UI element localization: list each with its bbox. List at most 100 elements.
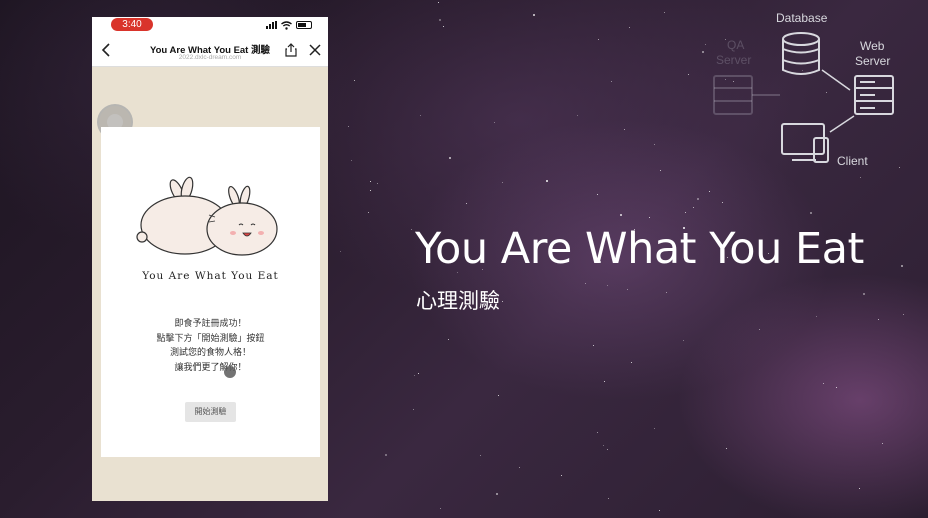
star bbox=[354, 79, 356, 81]
slide-title: You Are What You Eat bbox=[415, 224, 864, 274]
star bbox=[496, 492, 499, 495]
star bbox=[351, 159, 353, 161]
star bbox=[688, 73, 690, 75]
star bbox=[882, 443, 884, 445]
message-line: 讓我們更了解你！ bbox=[174, 361, 247, 372]
star bbox=[901, 264, 904, 267]
web-server-label-line2: Server bbox=[855, 54, 891, 68]
star bbox=[603, 444, 605, 446]
qa-server-label-line1: QA bbox=[727, 38, 745, 52]
star bbox=[494, 121, 496, 123]
star bbox=[878, 318, 880, 320]
star bbox=[498, 394, 500, 396]
start-quiz-button[interactable]: 開始測驗 bbox=[185, 402, 236, 422]
star bbox=[465, 202, 467, 204]
star bbox=[367, 212, 369, 214]
back-icon[interactable] bbox=[100, 42, 114, 58]
star bbox=[533, 14, 536, 17]
qa-server-label-line2: Server bbox=[716, 53, 752, 67]
star bbox=[626, 288, 628, 290]
database-label: Database bbox=[776, 11, 828, 25]
star bbox=[418, 372, 420, 374]
star bbox=[545, 180, 548, 183]
star bbox=[410, 228, 412, 230]
star bbox=[576, 114, 578, 116]
quiz-card: You Are What You Eat 即食予註冊成功！ 點擊下方「開始測驗」… bbox=[101, 127, 320, 457]
star bbox=[370, 190, 372, 192]
star bbox=[608, 498, 610, 500]
star bbox=[660, 170, 662, 172]
star bbox=[413, 408, 415, 410]
quiz-title: You Are What You Eat bbox=[142, 270, 279, 282]
star bbox=[684, 211, 686, 213]
star bbox=[654, 427, 656, 429]
star bbox=[385, 453, 388, 456]
star bbox=[759, 329, 761, 331]
star bbox=[377, 183, 379, 185]
web-server-icon bbox=[854, 75, 894, 115]
star bbox=[692, 206, 694, 208]
star bbox=[604, 380, 606, 382]
status-time: 3:40 bbox=[111, 18, 153, 31]
message-line: 即食予註冊成功！ bbox=[174, 318, 247, 328]
star bbox=[501, 301, 503, 303]
star bbox=[858, 488, 860, 490]
tap-indicator bbox=[224, 366, 236, 378]
star bbox=[597, 194, 599, 196]
star bbox=[439, 507, 441, 509]
phone-screen: 3:40 You Are What You Eat 測驗 2022.dxlc-d… bbox=[92, 17, 328, 501]
star bbox=[619, 213, 622, 216]
star bbox=[443, 25, 445, 27]
star bbox=[664, 12, 666, 14]
star bbox=[518, 467, 520, 469]
star bbox=[347, 126, 349, 128]
star bbox=[823, 382, 825, 384]
star bbox=[654, 143, 656, 145]
star bbox=[479, 455, 481, 457]
star bbox=[501, 181, 503, 183]
star bbox=[447, 338, 449, 340]
star bbox=[592, 345, 594, 347]
star bbox=[665, 292, 667, 294]
star bbox=[809, 212, 812, 215]
star bbox=[419, 115, 421, 117]
star bbox=[696, 197, 699, 200]
welcome-message: 即食予註冊成功！ 點擊下方「開始測驗」按鈕 測試您的食物人格！ 讓我們更了解你！ bbox=[101, 316, 320, 374]
star bbox=[606, 284, 608, 286]
star bbox=[623, 129, 625, 131]
close-icon[interactable] bbox=[308, 43, 322, 57]
star bbox=[658, 509, 660, 511]
star bbox=[438, 19, 441, 22]
star bbox=[628, 26, 630, 28]
star bbox=[437, 1, 439, 3]
client-icon bbox=[781, 123, 829, 163]
star bbox=[721, 201, 723, 203]
browser-nav-bar: You Are What You Eat 測驗 2022.dxlc-dream.… bbox=[92, 33, 328, 67]
star bbox=[816, 316, 818, 318]
star bbox=[648, 217, 650, 219]
star bbox=[726, 447, 728, 449]
star bbox=[585, 283, 587, 285]
status-icons bbox=[266, 20, 312, 30]
status-bar: 3:40 bbox=[92, 17, 328, 33]
signal-icon bbox=[266, 21, 277, 29]
star bbox=[863, 292, 866, 295]
star bbox=[836, 386, 838, 388]
star bbox=[597, 38, 599, 40]
star bbox=[902, 313, 904, 315]
message-line: 測試您的食物人格！ bbox=[169, 347, 251, 357]
battery-icon bbox=[296, 21, 312, 29]
share-icon[interactable] bbox=[284, 43, 298, 57]
database-icon bbox=[782, 32, 820, 75]
star bbox=[596, 431, 598, 433]
wifi-icon bbox=[281, 20, 292, 30]
web-server-label-line1: Web bbox=[860, 39, 885, 53]
qa-server-icon bbox=[713, 75, 780, 115]
star bbox=[610, 80, 612, 82]
star bbox=[683, 340, 685, 342]
bunnies-illustration bbox=[136, 176, 278, 256]
star bbox=[631, 361, 633, 363]
star bbox=[369, 181, 371, 183]
star bbox=[340, 250, 342, 252]
star bbox=[708, 190, 710, 192]
